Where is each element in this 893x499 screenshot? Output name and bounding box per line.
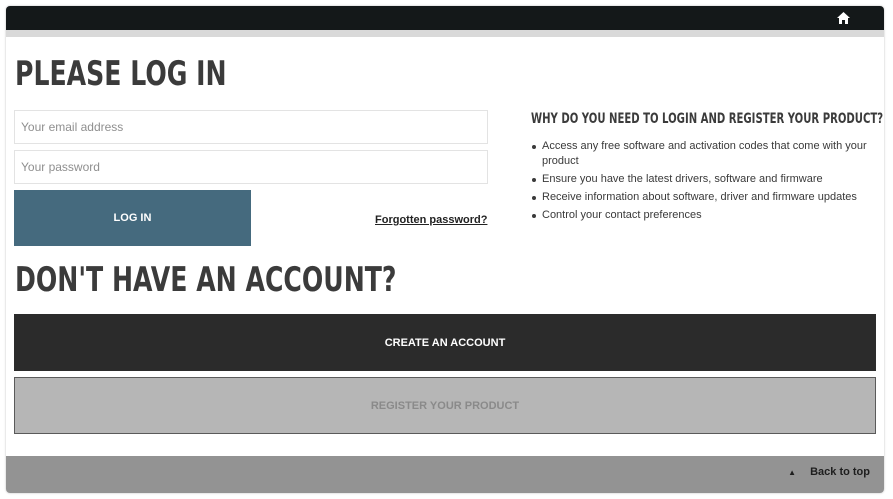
list-item: Receive information about software, driv… <box>531 190 881 205</box>
page-frame: PLEASE LOG IN LOG IN Forgotten password?… <box>6 6 884 493</box>
top-bar <box>6 6 884 30</box>
footer-bar: ▲ Back to top <box>6 456 884 493</box>
back-to-top-label: Back to top <box>810 466 870 478</box>
password-input[interactable] <box>14 150 488 184</box>
create-account-button[interactable]: CREATE AN ACCOUNT <box>14 314 876 371</box>
why-register-title: WHY DO YOU NEED TO LOGIN AND REGISTER YO… <box>531 111 884 127</box>
register-product-button[interactable]: REGISTER YOUR PRODUCT <box>14 377 876 434</box>
list-item: Control your contact preferences <box>531 208 881 223</box>
login-button[interactable]: LOG IN <box>14 190 251 246</box>
list-item: Access any free software and activation … <box>531 139 881 169</box>
top-bar-strip <box>6 30 884 37</box>
back-to-top-link[interactable]: ▲ Back to top <box>788 466 870 478</box>
triangle-up-icon: ▲ <box>788 467 797 477</box>
home-icon[interactable] <box>835 10 851 26</box>
no-account-title: DON'T HAVE AN ACCOUNT? <box>15 260 397 300</box>
list-item: Ensure you have the latest drivers, soft… <box>531 172 881 187</box>
login-title: PLEASE LOG IN <box>15 54 227 94</box>
why-register-list: Access any free software and activation … <box>531 139 881 226</box>
email-input[interactable] <box>14 110 488 144</box>
forgot-password-link[interactable]: Forgotten password? <box>375 214 487 226</box>
